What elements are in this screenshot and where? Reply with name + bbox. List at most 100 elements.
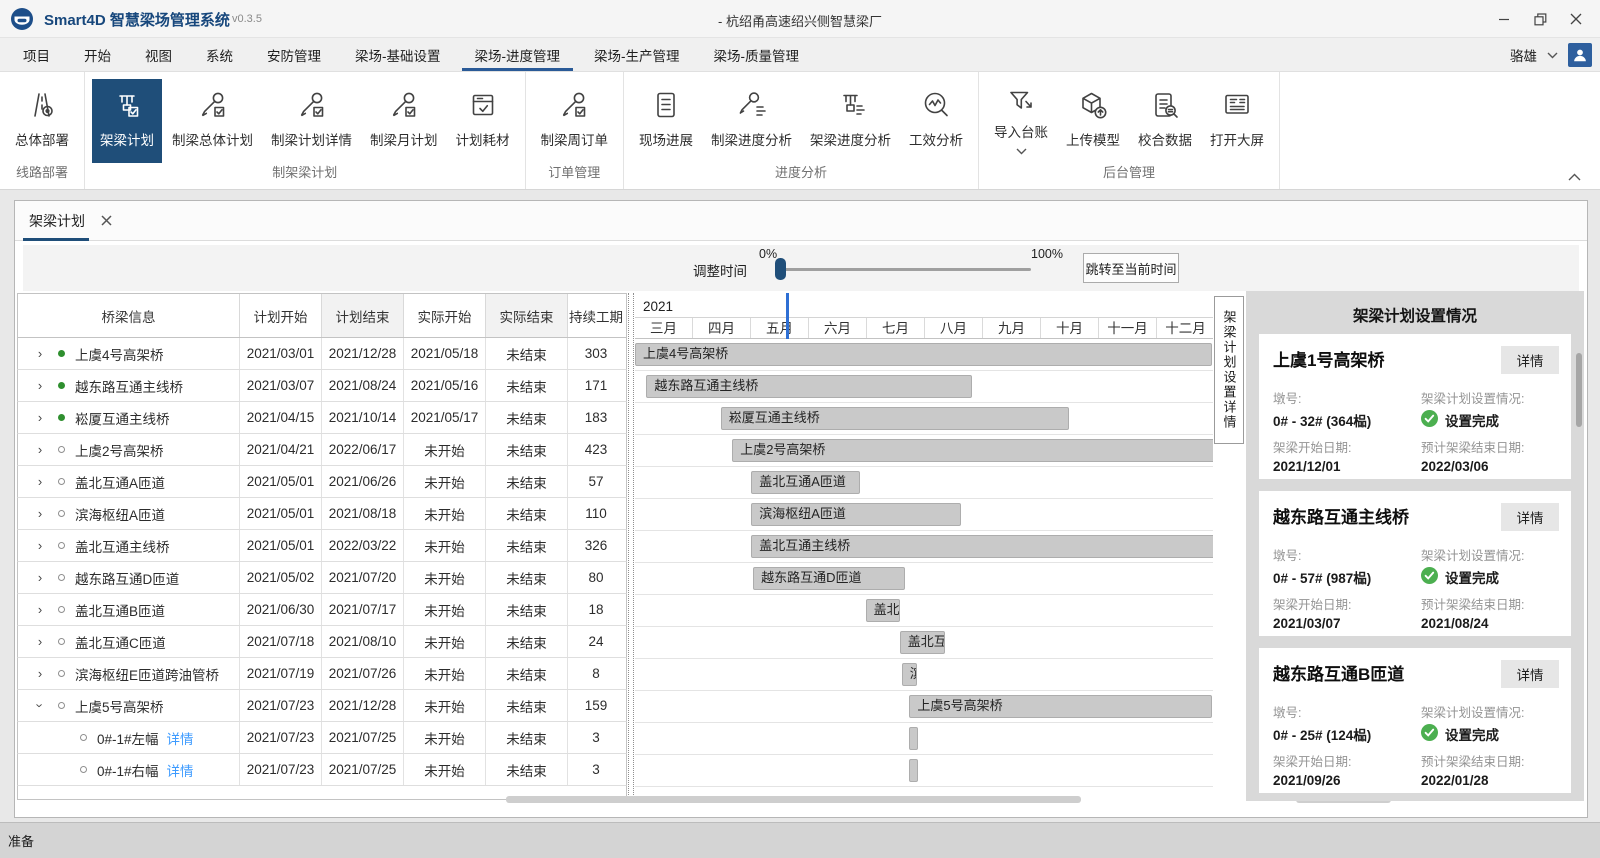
ribbon-button-1-0[interactable]: 架梁计划 [92, 79, 162, 163]
menu-item-2[interactable]: 视图 [132, 38, 185, 71]
gantt-bar[interactable]: 崧厦互通主线桥 [721, 407, 1070, 430]
menu-item-3[interactable]: 系统 [193, 38, 246, 71]
table-row[interactable]: ›滨海枢纽E匝道跨油管桥2021/07/192021/07/26未开始未结束8 [17, 658, 627, 690]
gantt-bar[interactable]: 盖北互通A匝道 [751, 471, 860, 494]
collapse-chevron-icon[interactable]: › [33, 698, 48, 714]
ribbon-button-1-1[interactable]: 制梁总体计划 [164, 79, 261, 163]
expand-chevron-icon[interactable]: › [32, 634, 48, 649]
menu-item-1[interactable]: 开始 [71, 38, 124, 71]
menu-item-0[interactable]: 项目 [10, 38, 63, 71]
table-row[interactable]: ›越东路互通主线桥2021/03/072021/08/242021/05/16未… [17, 370, 627, 402]
gantt-bar[interactable]: 盖北互通C匝道 [900, 631, 946, 654]
column-header-3[interactable]: 实际开始 [404, 294, 486, 337]
maximize-button[interactable] [1522, 0, 1558, 38]
expand-chevron-icon[interactable]: › [32, 506, 48, 521]
time-slider-track[interactable] [781, 268, 1031, 271]
ribbon-button-3-3[interactable]: 工效分析 [901, 79, 971, 163]
column-header-0[interactable]: 桥梁信息 [18, 294, 240, 337]
expand-chevron-icon[interactable]: › [32, 570, 48, 585]
bridge-name: 0#-1#左幅 [97, 728, 159, 748]
gantt-bar[interactable]: 盖北互通主线桥 [751, 535, 1213, 558]
gantt-month-1: 四月 [693, 318, 751, 338]
expand-chevron-icon[interactable]: › [32, 378, 48, 393]
menu-item-7[interactable]: 梁场-生产管理 [581, 38, 693, 71]
gantt-bar[interactable]: 越东路互通D匝道 [753, 567, 905, 590]
plan-detail-side-tab[interactable]: 架梁计划设置详情 [1214, 296, 1244, 444]
ribbon-button-3-2[interactable]: 架梁进度分析 [802, 79, 899, 163]
ribbon-button-1-2[interactable]: 制梁计划详情 [263, 79, 360, 163]
ribbon-button-4-0[interactable]: 导入台账 [986, 79, 1056, 163]
card-detail-button[interactable]: 详情 [1501, 660, 1559, 688]
ribbon-button-0-0[interactable]: 总体部署 [7, 79, 77, 163]
column-header-5[interactable]: 持续工期 [568, 294, 624, 337]
table-gantt-splitter[interactable] [628, 293, 634, 801]
gantt-bar[interactable] [909, 727, 918, 750]
expand-chevron-icon[interactable]: › [32, 538, 48, 553]
menu-item-4[interactable]: 安防管理 [254, 38, 334, 71]
ribbon-button-label: 架梁进度分析 [810, 129, 891, 149]
gantt-bar[interactable]: 滨海枢纽A匝道 [751, 503, 961, 526]
column-header-4[interactable]: 实际结束 [486, 294, 568, 337]
menu-item-5[interactable]: 梁场-基础设置 [342, 38, 454, 71]
ribbon-button-4-2[interactable]: 校合数据 [1130, 79, 1200, 163]
table-row[interactable]: ›0#-1#左幅详情2021/07/232021/07/25未开始未结束3 [17, 722, 627, 754]
chevron-down-icon [1016, 142, 1027, 160]
column-header-2[interactable]: 计划结束 [322, 294, 404, 337]
ribbon-button-4-3[interactable]: 打开大屏 [1202, 79, 1272, 163]
ribbon-button-label: 上传模型 [1066, 129, 1120, 149]
table-row[interactable]: ›上虞4号高架桥2021/03/012021/12/282021/05/18未结… [17, 338, 627, 370]
gantt-row: 盖北互通C匝道 [635, 627, 1213, 659]
minimize-button[interactable] [1486, 0, 1522, 38]
table-row[interactable]: ›0#-1#右幅详情2021/07/232021/07/25未开始未结束3 [17, 754, 627, 786]
expand-chevron-icon[interactable]: › [32, 602, 48, 617]
table-row[interactable]: ›滨海枢纽A匝道2021/05/012021/08/18未开始未结束110 [17, 498, 627, 530]
expand-chevron-icon[interactable]: › [32, 442, 48, 457]
chevron-down-icon[interactable] [1547, 46, 1558, 64]
expand-chevron-icon[interactable]: › [32, 666, 48, 681]
table-row[interactable]: ›越东路互通D匝道2021/05/022021/07/20未开始未结束80 [17, 562, 627, 594]
table-row[interactable]: ›崧厦互通主线桥2021/04/152021/10/142021/05/17未结… [17, 402, 627, 434]
expand-chevron-icon[interactable]: › [32, 346, 48, 361]
gantt-bar[interactable] [909, 759, 918, 782]
ribbon-button-1-3[interactable]: 制梁月计划 [362, 79, 446, 163]
expand-chevron-icon[interactable]: › [32, 410, 48, 425]
user-avatar[interactable] [1568, 43, 1592, 67]
table-row[interactable]: ›盖北互通A匝道2021/05/012021/06/26未开始未结束57 [17, 466, 627, 498]
jump-to-current-time-button[interactable]: 跳转至当前时间 [1083, 253, 1179, 283]
menu-item-8[interactable]: 梁场-质量管理 [701, 38, 813, 71]
column-header-1[interactable]: 计划开始 [240, 294, 322, 337]
gantt-bar[interactable]: 上虞4号高架桥 [635, 343, 1212, 366]
table-row[interactable]: ›盖北互通C匝道2021/07/182021/08/10未开始未结束24 [17, 626, 627, 658]
user-area[interactable]: 骆雄 [1510, 38, 1592, 72]
table-row[interactable]: ›上虞2号高架桥2021/04/212022/06/17未开始未结束423 [17, 434, 627, 466]
card-detail-button[interactable]: 详情 [1501, 503, 1559, 531]
detail-link[interactable]: 详情 [167, 728, 194, 748]
check-circle-icon [1421, 724, 1438, 744]
time-slider-thumb[interactable] [775, 258, 786, 280]
gantt-bar[interactable]: 上虞5号高架桥 [909, 695, 1212, 718]
ribbon-button-2-0[interactable]: 制梁周订单 [533, 79, 617, 163]
table-row[interactable]: ›盖北互通主线桥2021/05/012022/03/22未开始未结束326 [17, 530, 627, 562]
gantt-bar[interactable]: 滨海枢纽E匝道跨油管桥 [902, 663, 917, 686]
expand-chevron-icon[interactable]: › [32, 474, 48, 489]
gantt-bar[interactable]: 越东路互通主线桥 [646, 375, 972, 398]
close-button[interactable] [1558, 0, 1594, 38]
tab-close-icon[interactable] [101, 213, 112, 229]
ribbon-button-label: 总体部署 [15, 129, 69, 149]
table-row[interactable]: ›盖北互通B匝道2021/06/302021/07/17未开始未结束18 [17, 594, 627, 626]
table-cell: 57 [568, 466, 624, 497]
menu-item-6[interactable]: 梁场-进度管理 [462, 38, 574, 71]
card-detail-button[interactable]: 详情 [1501, 346, 1559, 374]
panel-scrollbar-thumb[interactable] [1576, 353, 1582, 427]
horizontal-scrollbar-thumb[interactable] [506, 796, 1081, 803]
detail-link[interactable]: 详情 [167, 760, 194, 780]
gantt-bar[interactable]: 上虞2号高架桥 [732, 439, 1213, 462]
ribbon-button-4-1[interactable]: 上传模型 [1058, 79, 1128, 163]
ribbon-button-3-1[interactable]: 制梁进度分析 [703, 79, 800, 163]
gantt-bar[interactable]: 盖北互通B匝道 [866, 599, 900, 622]
tab-jialiang-plan[interactable]: 架梁计划 [23, 201, 118, 241]
ribbon-collapse-button[interactable] [1564, 170, 1584, 184]
table-row[interactable]: ›上虞5号高架桥2021/07/232021/12/28未开始未结束159 [17, 690, 627, 722]
ribbon-button-1-4[interactable]: 计划耗材 [448, 79, 518, 163]
ribbon-button-3-0[interactable]: 现场进展 [631, 79, 701, 163]
